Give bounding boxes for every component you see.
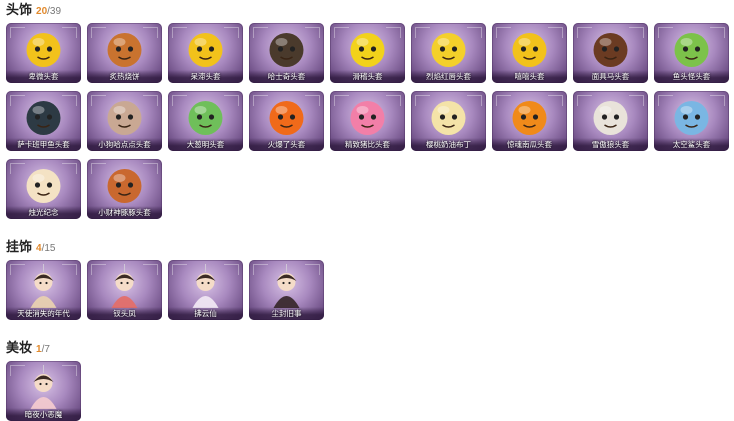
item-card[interactable]: 尘封旧事 bbox=[249, 260, 324, 320]
item-card[interactable]: 拂云仙 bbox=[168, 260, 243, 320]
dusty-memory-charm-icon bbox=[273, 264, 300, 308]
collection-count: 1/7 bbox=[36, 340, 50, 360]
item-label: 太空鲨头套 bbox=[654, 138, 729, 151]
item-label: 卑微头套 bbox=[6, 70, 81, 83]
fish-monster-head-icon bbox=[674, 33, 709, 67]
item-grid: 卑微头套 炙热烧饼 呆滞头套 哈士奇头套 滑稽头套 烈焰红唇头套 嘻嘻头套 面具马头套 鱼头怪头… bbox=[6, 23, 729, 219]
total-count: /15 bbox=[41, 243, 56, 254]
item-label: 烛光纪念 bbox=[6, 206, 81, 219]
section-0: 头饰 20/39 卑微头套 炙热烧饼 呆滞头套 哈士奇头套 滑稽头套 烈焰红唇头套 嘻嘻头套 面具… bbox=[6, 0, 729, 219]
collection-count: 20/39 bbox=[36, 2, 61, 22]
item-card[interactable]: 呆滞头套 bbox=[168, 23, 243, 83]
item-card[interactable]: 钗头凤 bbox=[87, 260, 162, 320]
item-card[interactable]: 滑稽头套 bbox=[330, 23, 405, 83]
item-label: 火爆了头套 bbox=[249, 138, 324, 151]
pumpkin-head-icon bbox=[512, 101, 547, 135]
item-label: 萨卡班甲鱼头套 bbox=[6, 138, 81, 151]
item-card[interactable]: 火爆了头套 bbox=[249, 91, 324, 151]
candle-head-icon bbox=[26, 169, 61, 203]
owned-count: 20 bbox=[36, 6, 48, 17]
section-2: 美妆 1/7 暗夜小恶魔 bbox=[6, 338, 729, 421]
item-label: 雪傲狼头套 bbox=[573, 138, 648, 151]
yellow-creature-head-icon bbox=[431, 33, 466, 67]
smirk-emoji-head-icon bbox=[350, 33, 385, 67]
item-card[interactable]: 樱桃奶油布丁 bbox=[411, 91, 486, 151]
section-header: 美妆 1/7 bbox=[6, 338, 729, 358]
toast-head-icon bbox=[107, 33, 142, 67]
total-count: /39 bbox=[47, 6, 62, 17]
item-label: 鱼头怪头套 bbox=[654, 70, 729, 83]
item-label: 面具马头套 bbox=[573, 70, 648, 83]
bok-choy-head-icon bbox=[188, 101, 223, 135]
item-card[interactable]: 炙热烧饼 bbox=[87, 23, 162, 83]
item-label: 天使消失的年代 bbox=[6, 307, 81, 320]
dazed-emoji-head-icon bbox=[188, 33, 223, 67]
item-card[interactable]: 天使消失的年代 bbox=[6, 260, 81, 320]
little-devil-makeup-icon bbox=[30, 365, 57, 409]
armored-fish-head-icon bbox=[26, 101, 61, 135]
item-label: 小狗哈点点头套 bbox=[87, 138, 162, 151]
item-label: 大葱明头套 bbox=[168, 138, 243, 151]
snow-reindeer-head-icon bbox=[593, 101, 628, 135]
cloud-fairy-charm-icon bbox=[192, 264, 219, 308]
item-card[interactable]: 太空鲨头套 bbox=[654, 91, 729, 151]
pudding-head-icon bbox=[431, 101, 466, 135]
item-label: 呆滞头套 bbox=[168, 70, 243, 83]
item-card[interactable]: 面具马头套 bbox=[573, 23, 648, 83]
item-card[interactable]: 小财神豚豚头套 bbox=[87, 159, 162, 219]
item-card[interactable]: 小狗哈点点头套 bbox=[87, 91, 162, 151]
item-card[interactable]: 鱼头怪头套 bbox=[654, 23, 729, 83]
item-label: 烈焰红唇头套 bbox=[411, 70, 486, 83]
section-header: 挂饰 4/15 bbox=[6, 237, 729, 257]
item-card[interactable]: 精致猪比头套 bbox=[330, 91, 405, 151]
total-count: /7 bbox=[41, 344, 50, 355]
item-label: 精致猪比头套 bbox=[330, 138, 405, 151]
section-title: 挂饰 bbox=[6, 239, 33, 254]
fire-head-icon bbox=[269, 101, 304, 135]
item-card[interactable]: 暗夜小恶魔 bbox=[6, 361, 81, 421]
section-1: 挂饰 4/15 天使消失的年代 钗头凤 拂云仙 尘封旧事 bbox=[6, 237, 729, 320]
item-label: 小财神豚豚头套 bbox=[87, 206, 162, 219]
item-label: 哈士奇头套 bbox=[249, 70, 324, 83]
section-title: 美妆 bbox=[6, 340, 33, 355]
grin-emoji-head-icon bbox=[512, 33, 547, 67]
item-label: 滑稽头套 bbox=[330, 70, 405, 83]
item-label: 尘封旧事 bbox=[249, 307, 324, 320]
pink-pig-head-icon bbox=[350, 101, 385, 135]
item-card[interactable]: 烛光纪念 bbox=[6, 159, 81, 219]
item-label: 嘻嘻头套 bbox=[492, 70, 567, 83]
item-grid: 天使消失的年代 钗头凤 拂云仙 尘封旧事 bbox=[6, 260, 729, 320]
space-shark-head-icon bbox=[674, 101, 709, 135]
puppy-head-icon bbox=[107, 101, 142, 135]
horse-head-icon bbox=[593, 33, 628, 67]
section-header: 头饰 20/39 bbox=[6, 0, 729, 20]
item-grid: 暗夜小恶魔 bbox=[6, 361, 729, 421]
item-card[interactable]: 惊魂南瓜头套 bbox=[492, 91, 567, 151]
item-card[interactable]: 哈士奇头套 bbox=[249, 23, 324, 83]
item-card[interactable]: 卑微头套 bbox=[6, 23, 81, 83]
item-card[interactable]: 大葱明头套 bbox=[168, 91, 243, 151]
item-label: 拂云仙 bbox=[168, 307, 243, 320]
item-card[interactable]: 雪傲狼头套 bbox=[573, 91, 648, 151]
item-label: 惊魂南瓜头套 bbox=[492, 138, 567, 151]
item-card[interactable]: 烈焰红唇头套 bbox=[411, 23, 486, 83]
sad-emoji-head-icon bbox=[26, 33, 61, 67]
item-label: 炙热烧饼 bbox=[87, 70, 162, 83]
item-label: 樱桃奶油布丁 bbox=[411, 138, 486, 151]
item-label: 钗头凤 bbox=[87, 307, 162, 320]
fortune-pig-head-icon bbox=[107, 169, 142, 203]
item-card[interactable]: 嘻嘻头套 bbox=[492, 23, 567, 83]
item-card[interactable]: 萨卡班甲鱼头套 bbox=[6, 91, 81, 151]
collection-count: 4/15 bbox=[36, 239, 55, 259]
item-label: 暗夜小恶魔 bbox=[6, 408, 81, 421]
husky-head-icon bbox=[269, 33, 304, 67]
section-title: 头饰 bbox=[6, 2, 33, 17]
angel-charm-icon bbox=[30, 264, 57, 308]
phoenix-hairpin-charm-icon bbox=[111, 264, 138, 308]
